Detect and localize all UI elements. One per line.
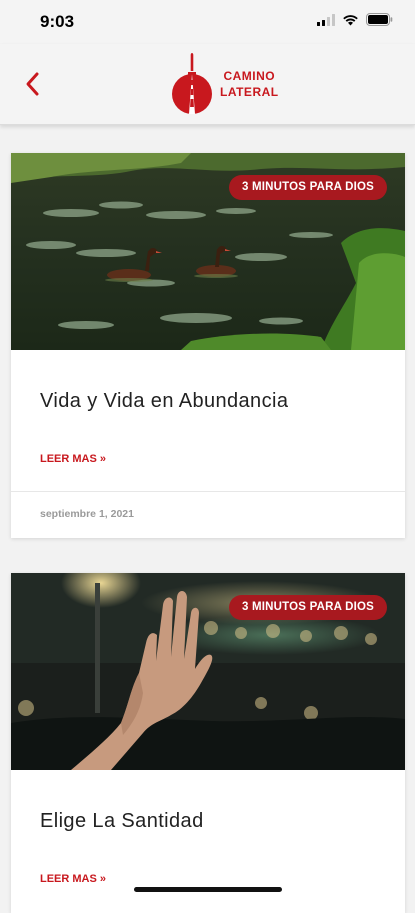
cellular-signal-icon [317,13,335,31]
post-title[interactable]: Vida y Vida en Abundancia [40,390,288,413]
logo-line-1: CAMINO [223,69,276,83]
post-image-ducks-pond[interactable]: 3 MINUTOS PARA DIOS [11,153,405,350]
logo-line-2: LATERAL [220,85,279,99]
wifi-icon [342,13,359,31]
status-time: 9:03 [40,12,75,31]
back-button[interactable] [22,70,46,98]
category-badge[interactable]: 3 MINUTOS PARA DIOS [228,175,387,200]
battery-icon [366,13,393,31]
status-bar: 9:03 [0,0,415,44]
post-card[interactable]: 3 MINUTOS PARA DIOS Elige La Santidad LE… [11,573,405,913]
road-pin-logo-icon [172,53,212,114]
home-indicator[interactable] [134,887,282,892]
read-more-link[interactable]: LEER MAS » [40,453,106,465]
chevron-left-icon [26,72,39,96]
logo-wordmark: CAMINO LATERAL [220,68,279,100]
post-image-raised-hand[interactable]: 3 MINUTOS PARA DIOS [11,573,405,770]
post-date: septiembre 1, 2021 [40,508,134,520]
read-more-link[interactable]: LEER MAS » [40,873,106,885]
card-divider [11,491,405,492]
status-icons [317,13,393,31]
post-card[interactable]: 3 MINUTOS PARA DIOS Vida y Vida en Abund… [11,153,405,538]
post-title[interactable]: Elige La Santidad [40,810,204,833]
app-header: CAMINO LATERAL [0,44,415,125]
app-logo: CAMINO LATERAL [168,52,279,116]
category-badge[interactable]: 3 MINUTOS PARA DIOS [228,595,387,620]
